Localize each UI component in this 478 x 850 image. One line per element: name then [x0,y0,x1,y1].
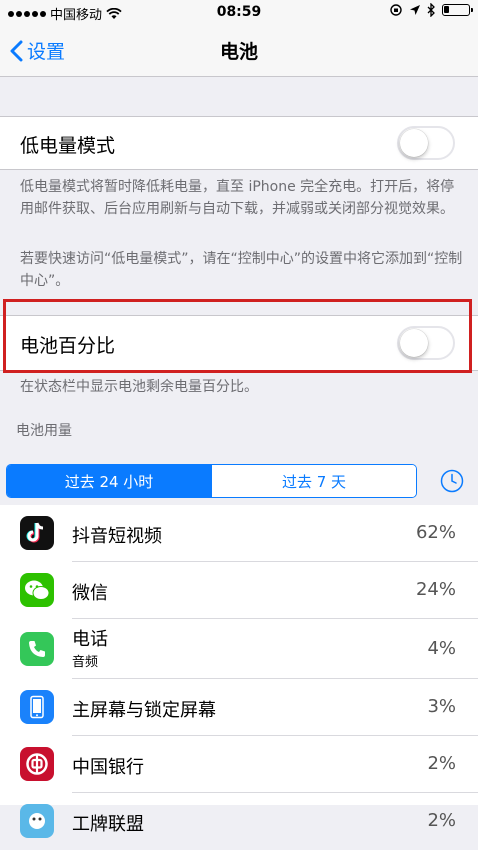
list-item[interactable]: 抖音短视频 62% [0,505,478,562]
app-usage-list: 抖音短视频 62% 微信 24% 电话 音频 4% 主屏幕与锁定屏幕 3% 中国… [0,505,478,838]
clock-icon[interactable] [440,469,464,493]
low-power-toggle[interactable] [397,126,455,160]
page-title: 电池 [219,41,258,63]
orientation-lock-icon [390,4,402,16]
app-name: 微信 [72,583,108,604]
low-power-label: 低电量模式 [20,135,116,157]
list-item[interactable]: 电话 音频 4% [0,619,478,679]
app-name: 主屏幕与锁定屏幕 [72,700,216,721]
low-power-footnote: 低电量模式将暂时降低耗电量，直至 iPhone 完全充电。打开后，将停用邮件获取… [20,179,455,217]
status-bar: 中国移动 08:59 [0,0,478,26]
status-right [389,3,473,17]
app-name: 中国银行 [72,757,144,778]
app-name: 抖音短视频 [72,526,162,547]
app-percent: 24% [415,579,456,600]
app-icon [20,804,54,838]
list-item[interactable]: 主屏幕与锁定屏幕 3% [0,679,478,736]
app-percent: 4% [427,638,456,659]
highlight-box [3,299,472,373]
location-icon [410,5,420,15]
list-item[interactable]: 工牌联盟 2% [0,793,478,850]
bluetooth-icon [427,3,435,17]
app-percent: 62% [415,522,456,543]
low-power-cell: 低电量模式 [0,116,478,170]
app-subtitle: 音频 [72,655,99,670]
app-name: 电话 [72,629,108,650]
list-item[interactable]: 中国银行 2% [0,736,478,793]
wechat-icon [20,573,54,607]
phone-icon [20,632,54,666]
app-percent: 2% [427,753,456,774]
homescreen-icon [20,690,54,724]
app-percent: 3% [427,696,456,717]
app-name: 工牌联盟 [72,814,144,835]
list-item[interactable]: 微信 24% [0,562,478,619]
navigation-bar: 设置 电池 [0,26,478,77]
tab-24-hours[interactable]: 过去 24 小时 [7,465,211,497]
tab-7-days[interactable]: 过去 7 天 [211,465,416,497]
app-percent: 2% [427,810,456,831]
douyin-icon [20,516,54,550]
time-range-segmented-control: 过去 24 小时 过去 7 天 [6,464,417,498]
low-power-footnote-2: 若要快速访问“低电量模式”，请在“控制中心”的设置中将它添加到“控制中心”。 [20,251,463,289]
usage-header: 电池用量 [16,423,72,439]
battery-icon [442,4,473,16]
battery-percentage-footnote: 在状态栏中显示电池剩余电量百分比。 [20,379,258,395]
boc-icon [20,747,54,781]
toggle-knob [400,129,428,157]
